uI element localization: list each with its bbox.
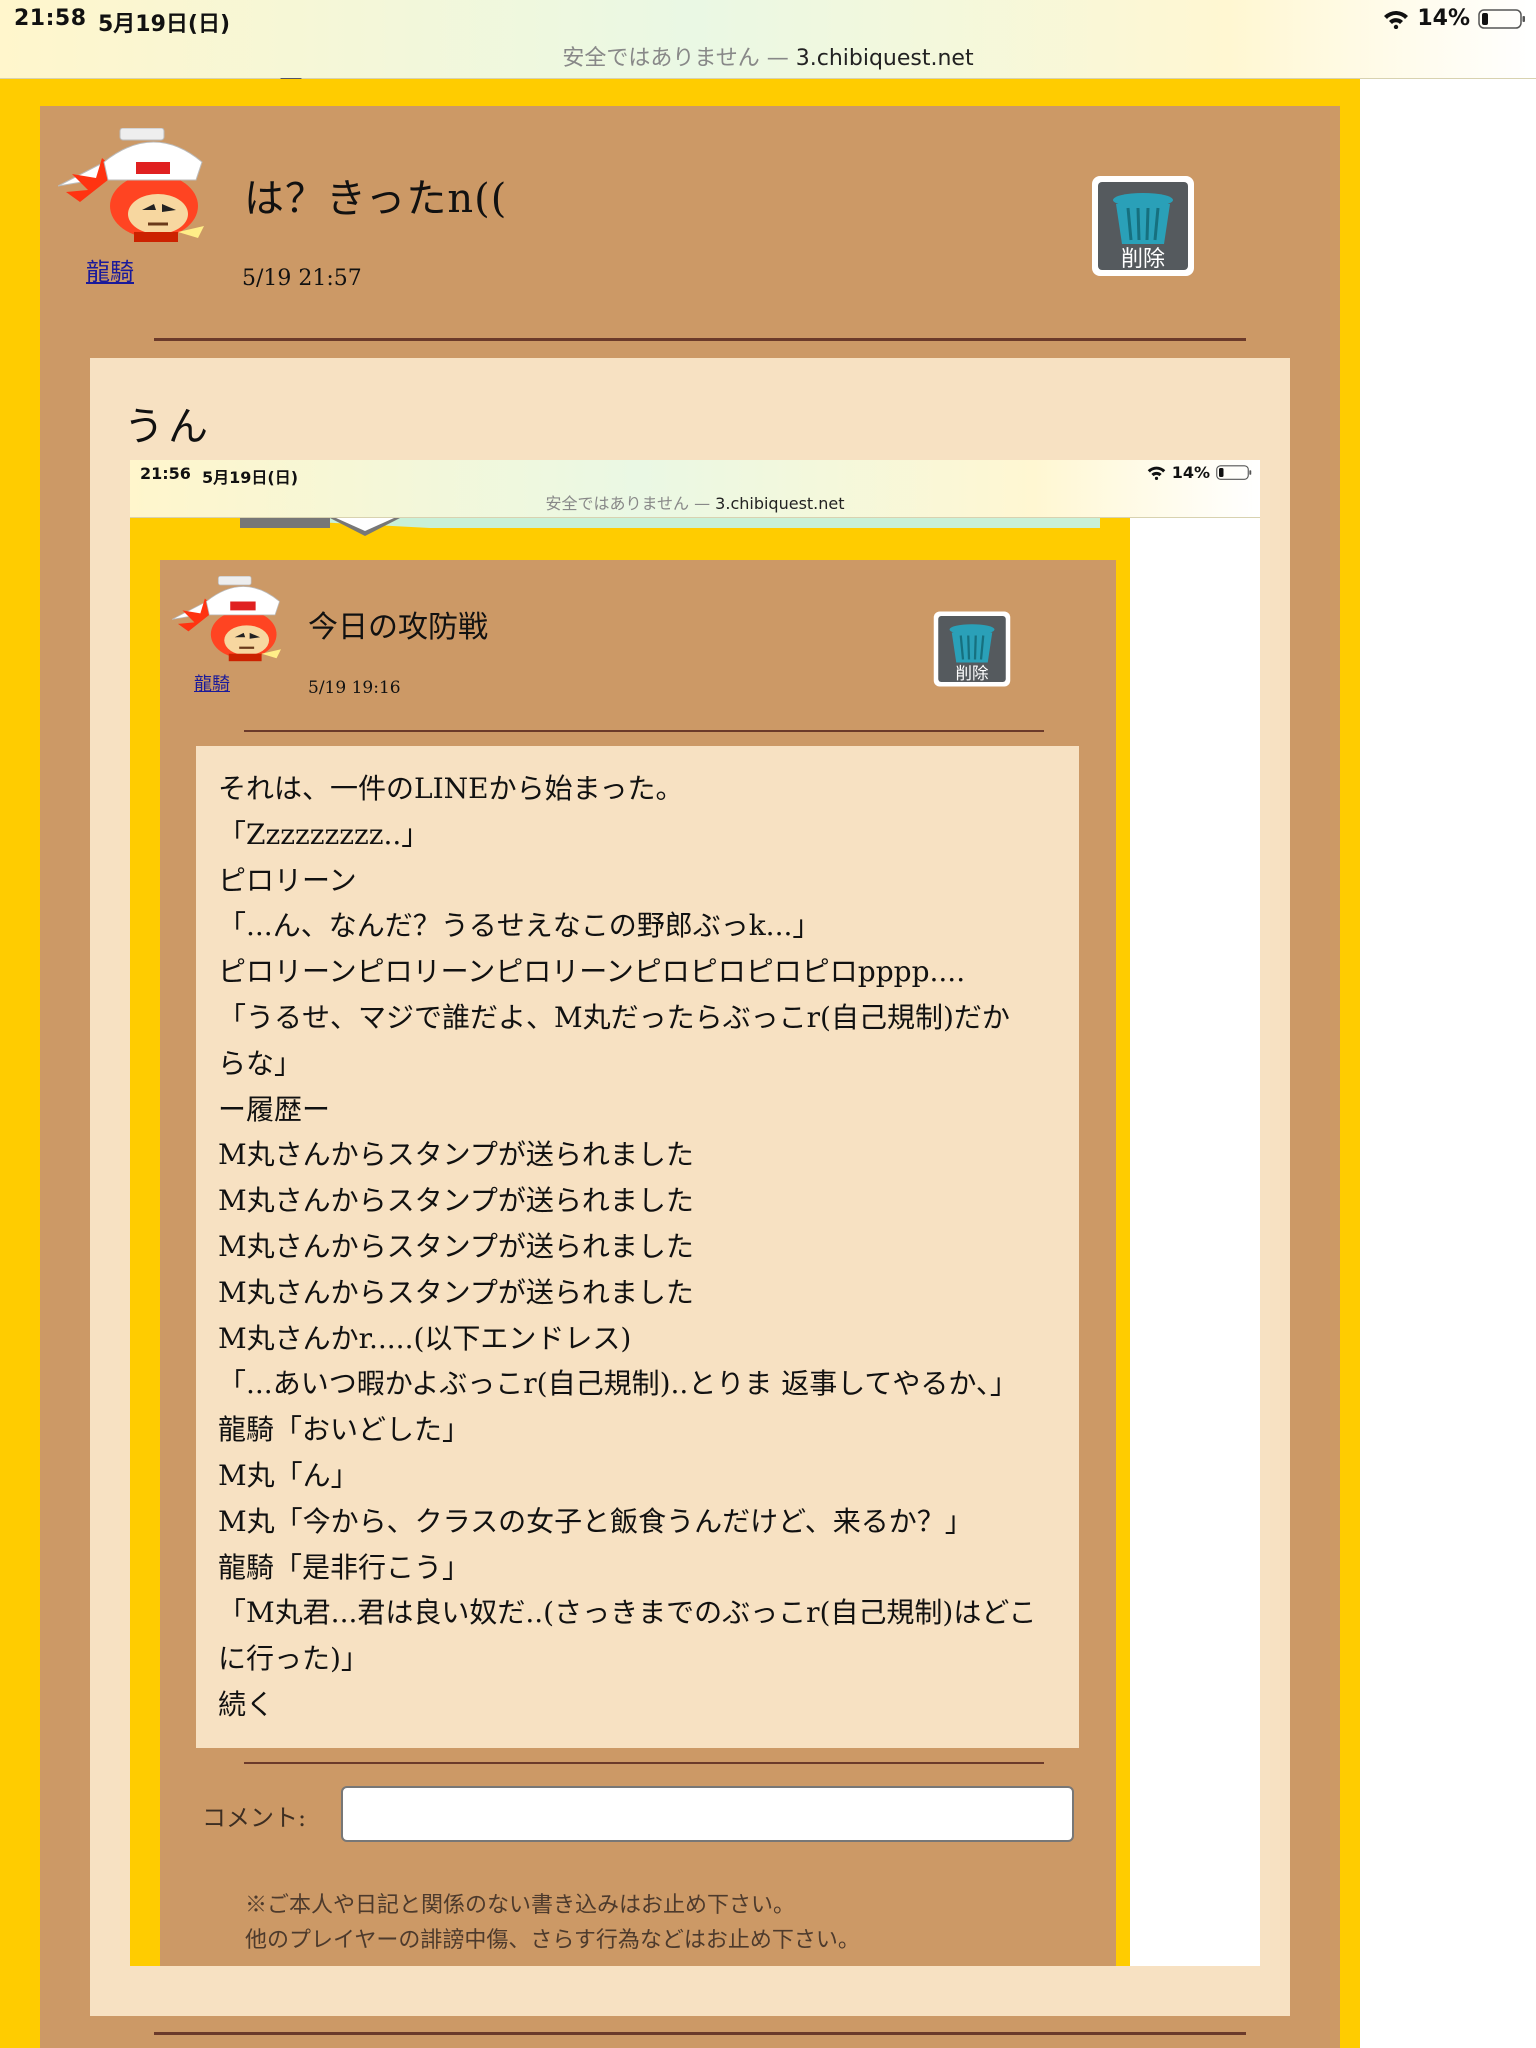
status-time: 21:58 (14, 6, 87, 31)
embedded-delete-button: 削除 (933, 611, 1011, 687)
embedded-comment-label: コメント: (202, 1804, 307, 1832)
battery-percent: 14% (1417, 6, 1470, 31)
embedded-security-warning: 安全ではありません — (545, 494, 711, 513)
embedded-comment-input (341, 1786, 1074, 1842)
battery-icon (1216, 465, 1252, 480)
embedded-notes: ※ご本人や日記と関係のない書き込みはお止め下さい。 他のプレイヤーの誹謗中傷、さ… (245, 1888, 860, 1958)
embedded-delete-label: 削除 (956, 664, 990, 683)
divider-bottom (154, 2032, 1246, 2035)
battery-icon (1478, 8, 1525, 29)
wifi-icon (1384, 10, 1409, 29)
avatar[interactable] (58, 128, 208, 243)
status-bar: 21:58 5月19日(日) 14% 安全ではありません — 3.chibiqu… (0, 0, 1536, 79)
embedded-post-line: M丸さんからスタンプが送られました (218, 1184, 694, 1218)
embedded-post-line: 続く (218, 1687, 275, 1721)
embedded-post-line: M丸さんからスタンプが送られました (218, 1229, 694, 1263)
embedded-post-line: M丸さんからスタンプが送られました (218, 1138, 694, 1172)
embedded-status-time: 21:56 (140, 464, 191, 483)
embedded-status-date: 5月19日(日) (202, 468, 299, 487)
embedded-post-title: 今日の攻防戦 (308, 610, 488, 645)
post-text: うん (124, 404, 212, 450)
embedded-status-bar: 21:56 5月19日(日) 14% 安全ではありません — 3.chibiqu… (130, 460, 1260, 518)
embedded-post-line: ー履歴ー (218, 1092, 331, 1126)
embedded-post-line: に行った)」 (218, 1642, 369, 1676)
embedded-url-bar: 安全ではありません — 3.chibiquest.net (130, 490, 1260, 514)
embedded-divider (244, 730, 1044, 732)
trash-icon (949, 624, 995, 663)
delete-label: 削除 (1121, 247, 1165, 272)
embedded-post-line: 「M丸君...君は良い奴だ..(さっきまでのぶっこr(自己規制)はどこ (218, 1596, 1037, 1630)
security-warning: 安全ではありません — (562, 46, 789, 71)
embedded-status-indicators: 14% (1147, 463, 1252, 482)
embedded-note-line: ※ご本人や日記と関係のない書き込みはお止め下さい。 (245, 1893, 796, 1918)
embedded-post-line: ピロリーンピロリーンピロリーンピロピロピロピロpppp.... (218, 955, 966, 989)
embedded-post-line: M丸「今から、クラスの女子と飯食うんだけど、来るか？」 (218, 1504, 973, 1538)
post-title: は？きったn(( (244, 176, 508, 222)
embedded-note-line: 他のプレイヤーの誹謗中傷、さらす行為などはお止め下さい。 (245, 1928, 860, 1953)
embedded-author-link: 龍騎 (194, 674, 230, 695)
embedded-post-line: 「うるせ、マジで誰だよ、M丸だったらぶっこr(自己規制)だか (218, 1000, 1010, 1034)
embedded-host-name: 3.chibiquest.net (715, 494, 845, 513)
embedded-post-line: それは、一件のLINEから始まった。 (218, 772, 684, 805)
status-date: 5月19日(日) (98, 12, 231, 37)
embedded-battery-percent: 14% (1171, 463, 1210, 482)
embedded-post-line: 龍騎「おいどした」 (218, 1413, 471, 1447)
embedded-post-line: M丸「ん」 (218, 1458, 359, 1492)
embedded-avatar (172, 576, 282, 662)
embedded-post-line: らな」 (218, 1046, 303, 1080)
embedded-post-text: それは、一件のLINEから始まった。 「Zzzzzzzzz..」 ピロリーン「...… (218, 766, 1068, 1728)
embedded-tab-bar (240, 518, 1100, 536)
embedded-post-line: M丸さんかr.....(以下エンドレス) (218, 1321, 632, 1355)
status-indicators: 14% (1383, 6, 1526, 31)
delete-button[interactable]: 削除 (1090, 174, 1196, 278)
embedded-post-line: 「...ん、なんだ？うるせえなこの野郎ぶっk...」 (218, 909, 821, 943)
embedded-post-line: 龍騎「是非行こう」 (218, 1550, 471, 1584)
embedded-post-date: 5/19 19:16 (308, 678, 401, 698)
url-bar[interactable]: 安全ではありません — 3.chibiquest.net (0, 40, 1536, 72)
host-name: 3.chibiquest.net (795, 46, 974, 71)
divider (154, 338, 1246, 341)
embedded-post-line: M丸さんからスタンプが送られました (218, 1275, 694, 1309)
embedded-right-margin (1130, 518, 1260, 1966)
embedded-post-line: 「Zzzzzzzzz..」 (218, 817, 430, 851)
trash-icon (1113, 193, 1173, 244)
embedded-divider-bottom (244, 1762, 1044, 1764)
embedded-post-line: ピロリーン (218, 863, 357, 897)
post-date: 5/19 21:57 (242, 266, 362, 291)
wifi-icon (1147, 466, 1165, 480)
embedded-post-line: 「...あいつ暇かよぶっこr(自己規制)..とりま 返事してやるか、」 (218, 1367, 1018, 1401)
embedded-screenshot: 21:56 5月19日(日) 14% 安全ではありません — 3.chibiqu… (130, 460, 1260, 1966)
author-link[interactable]: 龍騎 (86, 252, 134, 287)
